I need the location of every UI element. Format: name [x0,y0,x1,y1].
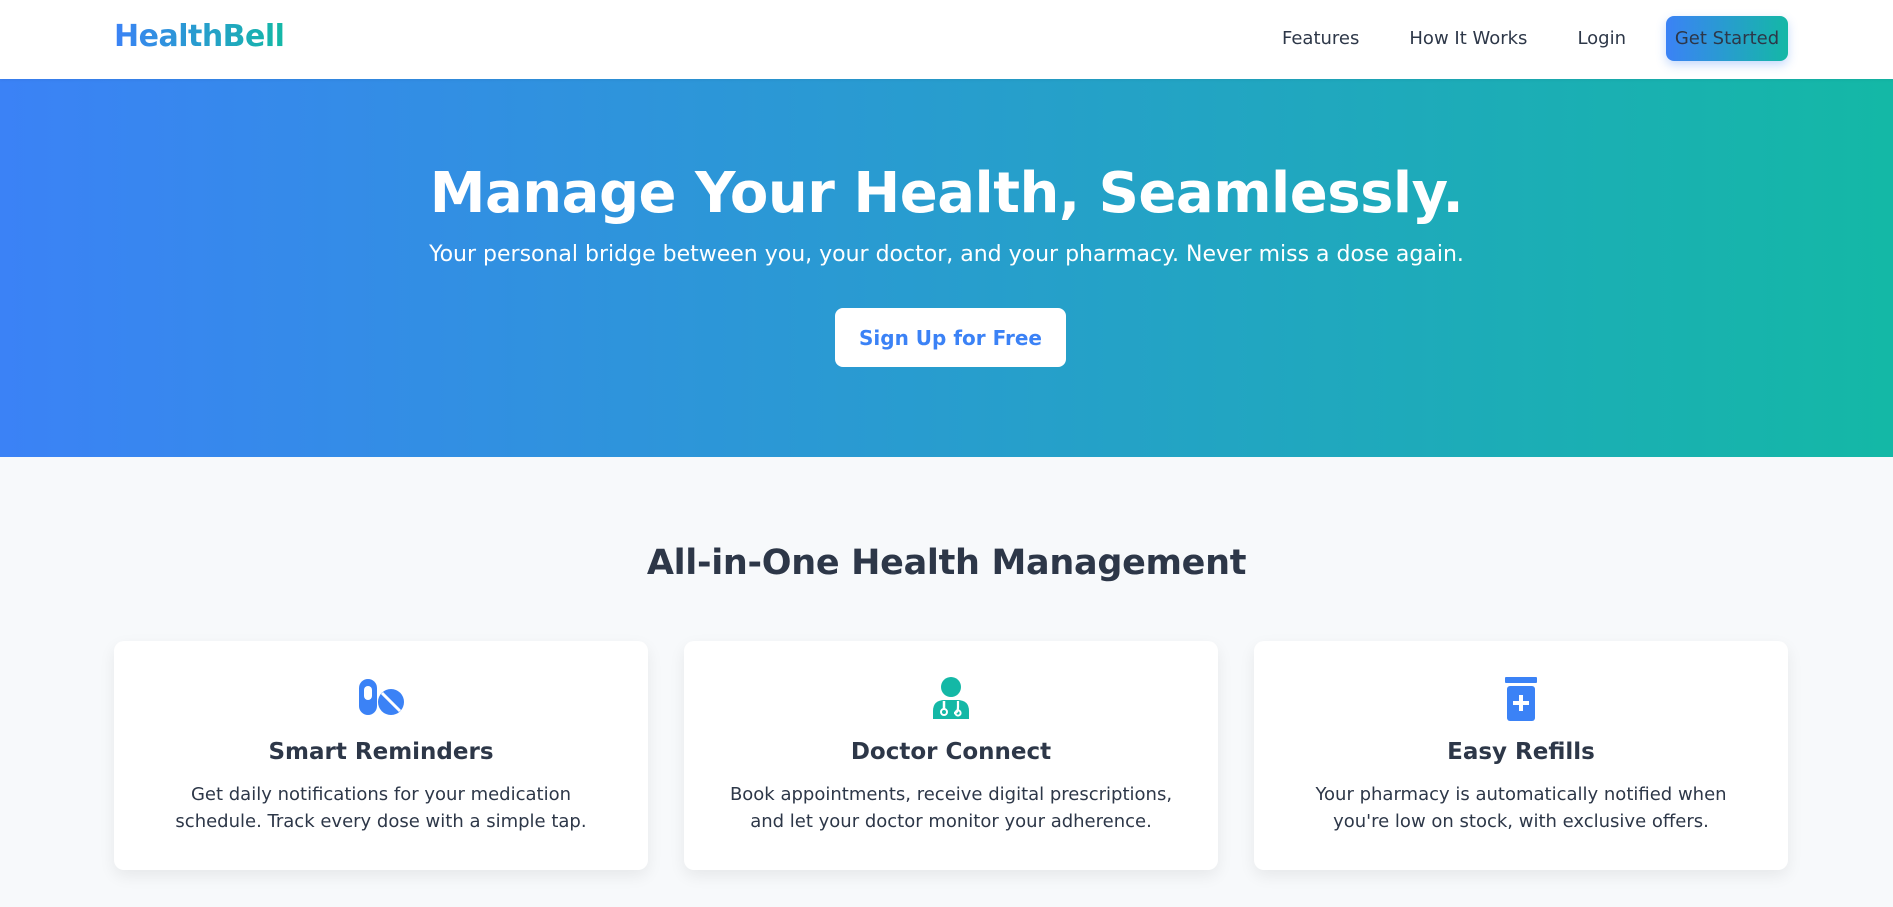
nav-links: Features How It Works Login Get Started [1232,16,1788,61]
card-description: Book appointments, receive digital presc… [729,784,1173,832]
card-description: Your pharmacy is automatically notified … [1315,784,1727,832]
hero-subtitle: Your personal bridge between you, your d… [429,242,1464,267]
sign-up-button[interactable]: Sign Up for Free [835,308,1066,367]
card-title: Smart Reminders [268,739,494,765]
hero-section: Manage Your Health, Seamlessly. Your per… [0,79,1893,457]
card-title: Doctor Connect [850,739,1052,765]
feature-card-easy-refills: Easy Refills Your pharmacy is automatica… [1254,641,1788,870]
nav-link-login[interactable]: Login [1577,28,1626,49]
feature-card-smart-reminders: Smart Reminders Get daily notifications … [114,641,648,870]
doctor-icon [684,677,1218,719]
nav-link-how-it-works[interactable]: How It Works [1409,28,1527,49]
features-title: All-in-One Health Management [646,543,1247,583]
prescription-bottle-icon [1254,677,1788,721]
navbar: HealthBell Features How It Works Login G… [0,0,1893,79]
get-started-button[interactable]: Get Started [1666,16,1788,61]
card-description: Get daily notifications for your medicat… [175,784,587,832]
pills-icon [114,677,648,717]
brand-logo[interactable]: HealthBell [114,19,285,54]
hero-title: Manage Your Health, Seamlessly. [429,161,1464,226]
feature-card-doctor-connect: Doctor Connect Book appointments, receiv… [684,641,1218,870]
card-title: Easy Refills [1447,739,1595,765]
nav-link-features[interactable]: Features [1282,28,1359,49]
